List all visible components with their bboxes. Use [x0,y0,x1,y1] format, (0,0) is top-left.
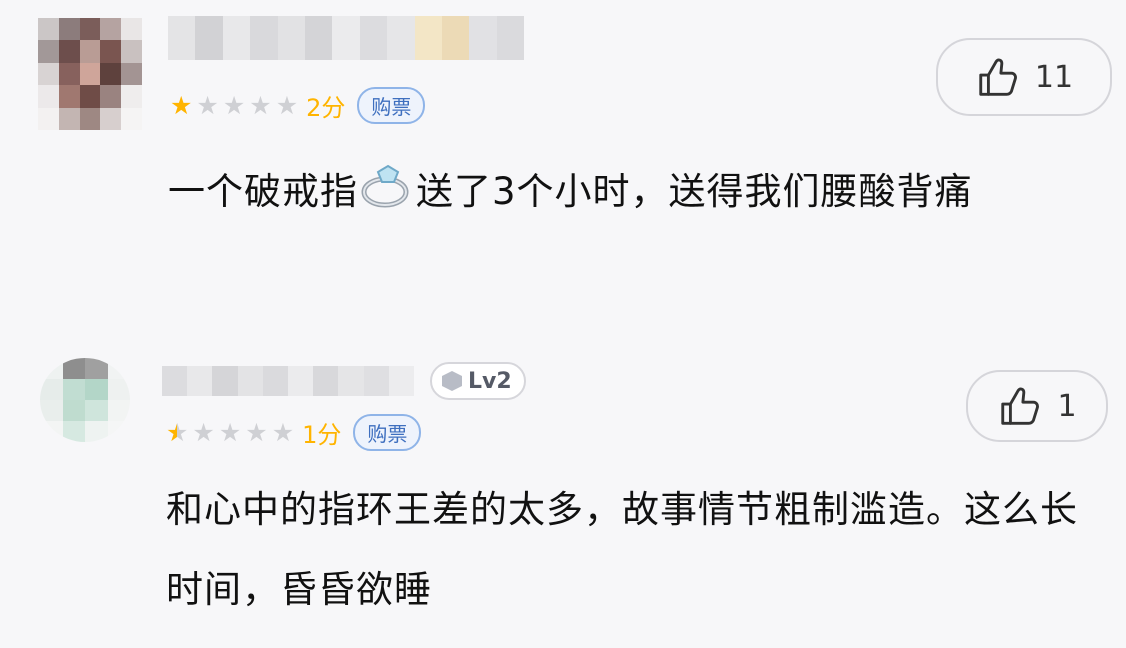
star-icon: ★ [166,417,189,447]
star-icon: ★ [249,90,272,120]
ticket-badge: 购票 [357,86,426,124]
star-icon: ★ [218,417,242,447]
star-icon: ★ [192,417,215,447]
star-icon: ★ [196,90,219,120]
level-text: Lv2 [468,368,512,394]
avatar[interactable] [38,18,142,130]
comment-text: 和心中的指环王差的太多，故事情节粗制滥造。这么长时间，昏昏欲睡 [166,488,1078,611]
comment-text-part: 送了3个小时，送得我们腰酸背痛 [416,170,973,213]
rating-row: ★ ★ ★ ★ ★ 1分 购票 [166,413,422,451]
thumbs-up-icon [979,58,1017,96]
hexagon-level-icon [442,371,462,391]
comment-item: Lv2 ★ ★ ★ ★ ★ 1分 购票 1 和心中的指环王差的太多，故事情节粗制滥造。这… [0,340,1126,648]
star-icon: ★ [275,90,299,120]
thumbs-up-icon [1001,387,1040,425]
ticket-badge: 购票 [353,413,422,451]
star-rating: ★ ★ ★ ★ ★ [166,420,298,445]
ring-emoji-icon [361,164,409,208]
comment-text-part: 一个破戒指 [168,170,358,213]
star-icon: ★ [245,417,268,447]
like-count: 11 [1034,59,1074,95]
avatar[interactable] [40,358,130,442]
star-icon: ★ [170,90,193,120]
rating-row: ★ ★ ★ ★ ★ 2分 购票 [170,86,426,124]
star-icon: ★ [222,90,246,120]
like-count: 1 [1057,388,1077,424]
comment-item: ★ ★ ★ ★ ★ 2分 购票 11 一个破戒指 送了3个小时，送得我们腰酸背痛 [0,0,1126,340]
level-badge: Lv2 [430,362,526,400]
username-blurred [168,16,524,60]
comment-text: 一个破戒指 送了3个小时，送得我们腰酸背痛 [168,152,1118,232]
score-text: 1分 [302,420,342,449]
score-text: 2分 [306,93,346,122]
star-icon: ★ [271,417,295,447]
like-button[interactable]: 11 [936,38,1112,116]
star-rating: ★ ★ ★ ★ ★ [170,93,302,118]
username-blurred [162,366,414,396]
like-button[interactable]: 1 [966,370,1108,442]
